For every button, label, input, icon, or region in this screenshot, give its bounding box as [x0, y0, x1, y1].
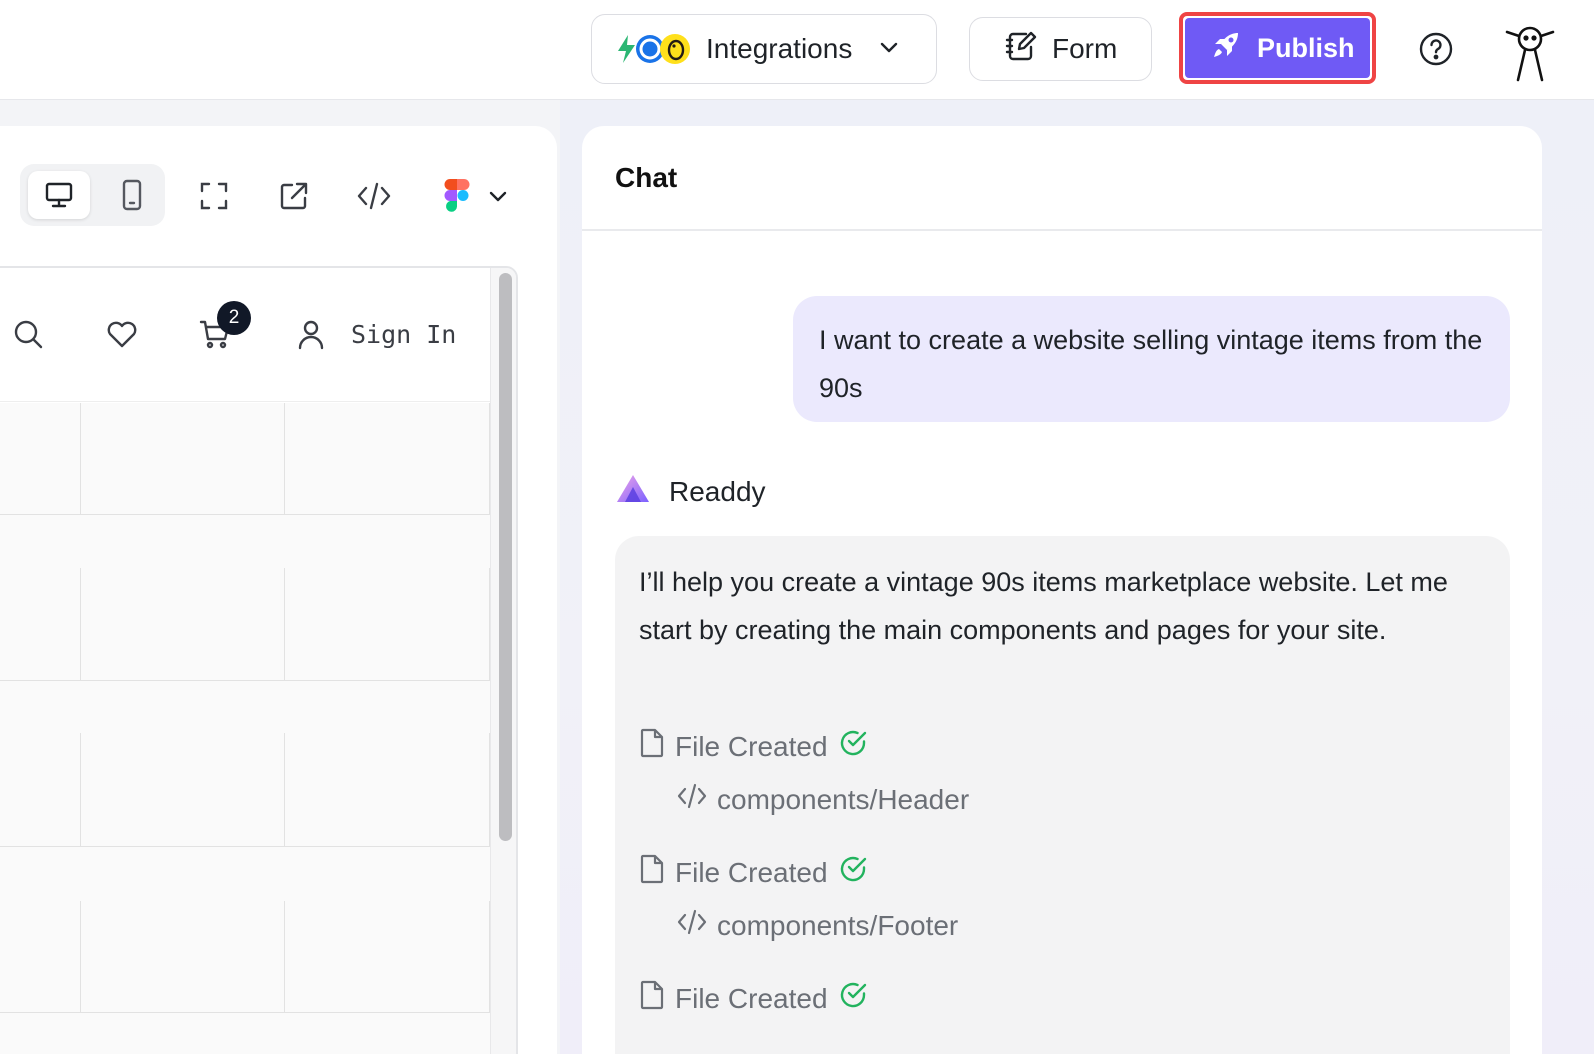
grid-cell [81, 733, 285, 847]
file-status-label: File Created [675, 730, 828, 762]
fullscreen-icon[interactable] [196, 178, 232, 214]
avatar[interactable] [1502, 24, 1558, 82]
chat-panel: Chat I want to create a website selling … [582, 126, 1542, 1054]
website-preview: 2 Sign In [0, 266, 518, 1054]
sign-in-link[interactable]: Sign In [351, 320, 456, 349]
form-label: Form [1052, 33, 1118, 64]
form-icon [1004, 29, 1038, 70]
desktop-view-button[interactable] [28, 171, 90, 219]
code-icon[interactable] [356, 178, 392, 214]
monitor-icon [45, 182, 73, 208]
preview-panel: 2 Sign In [0, 126, 557, 1054]
search-icon[interactable] [12, 318, 44, 350]
integration-logos [614, 29, 704, 69]
file-status-label: File Created [675, 856, 828, 888]
help-icon[interactable] [1418, 31, 1454, 67]
cart-count-badge: 2 [217, 301, 251, 335]
bot-message: I’ll help you create a vintage 90s items… [615, 536, 1510, 1054]
file-path-link[interactable]: components/Footer [677, 909, 958, 942]
file-path-link[interactable]: components/Header [677, 783, 969, 816]
chat-title: Chat [615, 162, 678, 193]
device-toggle [20, 164, 165, 226]
phone-icon [122, 179, 142, 211]
top-bar: Integrations Form Publish [0, 0, 1594, 100]
file-path-text: components/Header [717, 783, 970, 815]
chevron-down-icon [878, 33, 900, 65]
bot-message-text: I’ll help you create a vintage 90s items… [639, 567, 1448, 645]
grid-cell [81, 403, 285, 515]
file-status-label: File Created [675, 982, 828, 1014]
grid-cell [0, 901, 81, 1013]
grid-cell [81, 568, 285, 681]
scrollbar-thumb[interactable] [499, 273, 512, 841]
figma-export-button[interactable] [440, 178, 512, 214]
bot-name: Readdy [669, 475, 766, 507]
integration-logos-icon [618, 34, 690, 64]
chat-header: Chat [582, 126, 1542, 231]
external-link-icon[interactable] [276, 178, 312, 214]
grid-cell [0, 568, 81, 681]
product-grid-placeholder [0, 403, 490, 1054]
publish-label: Publish [1257, 32, 1355, 63]
heart-icon[interactable] [106, 318, 138, 350]
bot-header: Readdy [615, 473, 766, 510]
file-icon [639, 728, 665, 765]
mobile-view-button[interactable] [106, 171, 158, 219]
rocket-icon [1211, 30, 1241, 67]
file-path-text: components/Footer [717, 909, 959, 941]
publish-button[interactable]: Publish [1185, 18, 1370, 78]
file-icon [639, 980, 665, 1017]
user-message: I want to create a website selling vinta… [793, 296, 1510, 422]
check-circle-icon [838, 980, 868, 1017]
figma-icon [444, 179, 470, 212]
chevron-down-icon [489, 191, 507, 202]
grid-cell [0, 733, 81, 847]
code-icon [677, 909, 707, 942]
check-circle-icon [838, 854, 868, 891]
grid-cell [285, 733, 490, 847]
integrations-button[interactable]: Integrations [591, 14, 937, 84]
file-status-row: File Created [639, 728, 868, 765]
file-status-row: File Created [639, 854, 868, 891]
form-button[interactable]: Form [969, 17, 1152, 81]
readdy-logo-icon [615, 473, 651, 510]
user-icon[interactable] [295, 318, 327, 350]
check-circle-icon [838, 728, 868, 765]
integrations-label: Integrations [706, 33, 853, 64]
file-icon [639, 854, 665, 891]
preview-header: 2 Sign In [0, 268, 490, 402]
code-icon [677, 783, 707, 816]
grid-cell [0, 403, 81, 515]
file-status-row: File Created [639, 980, 868, 1017]
grid-cell [81, 901, 285, 1013]
grid-cell [285, 568, 490, 681]
grid-cell [285, 403, 490, 515]
grid-cell [285, 901, 490, 1013]
